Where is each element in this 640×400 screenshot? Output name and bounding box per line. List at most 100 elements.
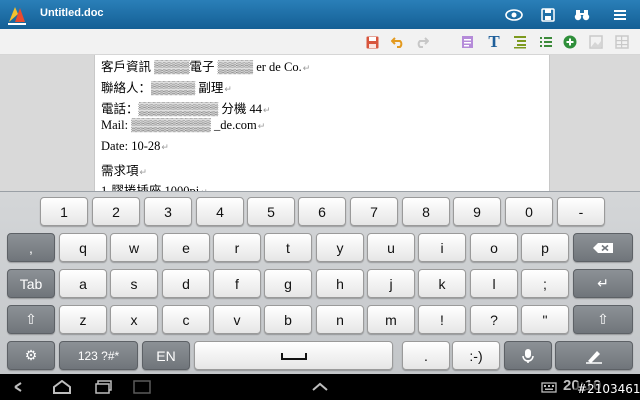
key-char[interactable]: . [402, 341, 450, 370]
save-icon[interactable] [538, 5, 558, 25]
document-view[interactable]: 客戶資訊 ▒▒▒▒電子 ▒▒▒▒ er de Co.↵ 聯絡人：▒▒▒▒▒ 副理↵… [0, 55, 640, 191]
key-3[interactable]: 3 [144, 197, 192, 226]
chevron-up-icon[interactable] [308, 377, 332, 397]
microphone-key[interactable] [504, 341, 552, 370]
key-r[interactable]: r [213, 233, 261, 262]
key-a[interactable]: a [59, 269, 107, 298]
recent-apps-icon[interactable] [92, 377, 116, 397]
key-g[interactable]: g [264, 269, 312, 298]
key-label: z [79, 311, 87, 328]
enter-key[interactable]: ↵ [573, 269, 633, 298]
document-line[interactable]: 電話：▒▒▒▒▒▒▒▒▒ 分機 44↵ [101, 98, 271, 117]
key-5[interactable]: 5 [247, 197, 295, 226]
eye-icon[interactable] [504, 5, 524, 25]
document-line[interactable]: 1-膠捲插座 1000pi↵ [101, 180, 208, 191]
key-t[interactable]: t [264, 233, 312, 262]
key-label: k [438, 275, 446, 292]
key-label: a [79, 275, 87, 292]
key-label: u [387, 239, 395, 256]
format-toolbar: T [0, 29, 640, 55]
key-n[interactable]: n [316, 305, 364, 334]
key-7[interactable]: 7 [350, 197, 398, 226]
paragraph-mark-icon: ↵ [161, 142, 169, 152]
key-label: " [542, 311, 548, 328]
language-key[interactable]: EN [142, 341, 190, 370]
key-z[interactable]: z [59, 305, 107, 334]
home-icon[interactable] [50, 377, 74, 397]
back-icon[interactable] [12, 377, 36, 397]
key-h[interactable]: h [316, 269, 364, 298]
settings-key[interactable]: ⚙ [7, 341, 55, 370]
binoculars-icon[interactable] [572, 5, 592, 25]
key-m[interactable]: m [367, 305, 415, 334]
key-label: 3 [164, 203, 172, 220]
key-1[interactable]: 1 [40, 197, 88, 226]
table-icon[interactable] [612, 32, 632, 52]
document-page[interactable]: 客戶資訊 ▒▒▒▒電子 ▒▒▒▒ er de Co.↵ 聯絡人：▒▒▒▒▒ 副理↵… [94, 55, 550, 191]
redo-icon[interactable] [412, 32, 432, 52]
image-icon[interactable] [586, 32, 606, 52]
document-line[interactable]: 聯絡人：▒▒▒▒▒ 副理↵ [101, 77, 232, 96]
key-f[interactable]: f [213, 269, 261, 298]
key-j[interactable]: j [367, 269, 415, 298]
screenshot-icon[interactable] [130, 377, 154, 397]
key-label: h [336, 275, 344, 292]
key-label: n [336, 311, 344, 328]
key-o[interactable]: o [470, 233, 518, 262]
key-9[interactable]: 9 [453, 197, 501, 226]
key-label: 9 [473, 203, 481, 220]
key-c[interactable]: c [162, 305, 210, 334]
key-e[interactable]: e [162, 233, 210, 262]
key-char[interactable]: " [521, 305, 569, 334]
key-char[interactable]: , [7, 233, 55, 262]
key-l[interactable]: l [470, 269, 518, 298]
key-8[interactable]: 8 [402, 197, 450, 226]
space-key[interactable] [194, 341, 393, 370]
key-q[interactable]: q [59, 233, 107, 262]
key-p[interactable]: p [521, 233, 569, 262]
undo-icon[interactable] [388, 32, 408, 52]
key-char[interactable]: - [557, 197, 605, 226]
key-w[interactable]: w [110, 233, 158, 262]
handwriting-key[interactable] [555, 341, 633, 370]
tab-key[interactable]: Tab [7, 269, 55, 298]
key-u[interactable]: u [367, 233, 415, 262]
key-4[interactable]: 4 [196, 197, 244, 226]
text-format-icon[interactable]: T [484, 32, 504, 52]
emoji-key[interactable]: :-) [452, 341, 500, 370]
system-nav-bar: 20:10 [0, 374, 640, 400]
symbols-key[interactable]: 123 ?#* [59, 341, 138, 370]
key-s[interactable]: s [110, 269, 158, 298]
key-label: 5 [267, 203, 275, 220]
save-doc-icon[interactable] [362, 32, 382, 52]
key-char[interactable]: ; [521, 269, 569, 298]
edit-note-icon[interactable] [458, 32, 478, 52]
key-2[interactable]: 2 [92, 197, 140, 226]
right-shift-key[interactable]: ⇧ [573, 305, 633, 334]
on-screen-keyboard: 1 2 3 4 5 6 7 8 9 0 -, q w e r t y u i o p Tab a s d f g h j k l; ↵ ⇧ z x c… [0, 191, 640, 375]
key-x[interactable]: x [110, 305, 158, 334]
key-char[interactable]: ? [470, 305, 518, 334]
key-6[interactable]: 6 [298, 197, 346, 226]
menu-icon[interactable] [610, 5, 630, 25]
key-char[interactable]: ! [418, 305, 466, 334]
document-line[interactable]: Date: 10-28↵ [101, 139, 169, 154]
key-i[interactable]: i [418, 233, 466, 262]
paragraph-format-icon[interactable] [510, 32, 530, 52]
document-line[interactable]: 客戶資訊 ▒▒▒▒電子 ▒▒▒▒ er de Co.↵ [101, 56, 310, 75]
left-shift-key[interactable]: ⇧ [7, 305, 55, 334]
document-line[interactable]: Mail: ▒▒▒▒▒▒▒▒▒ _de.com↵ [101, 118, 265, 133]
key-label: ⚙ [24, 347, 38, 363]
key-b[interactable]: b [264, 305, 312, 334]
list-icon[interactable] [536, 32, 556, 52]
key-d[interactable]: d [162, 269, 210, 298]
key-y[interactable]: y [316, 233, 364, 262]
document-line-text: 需求項 [101, 164, 139, 178]
key-k[interactable]: k [418, 269, 466, 298]
key-0[interactable]: 0 [505, 197, 553, 226]
paragraph-mark-icon: ↵ [302, 63, 311, 73]
key-v[interactable]: v [213, 305, 261, 334]
document-line[interactable]: 需求項↵ [101, 160, 147, 179]
backspace-key[interactable] [573, 233, 633, 262]
insert-icon[interactable] [560, 32, 580, 52]
